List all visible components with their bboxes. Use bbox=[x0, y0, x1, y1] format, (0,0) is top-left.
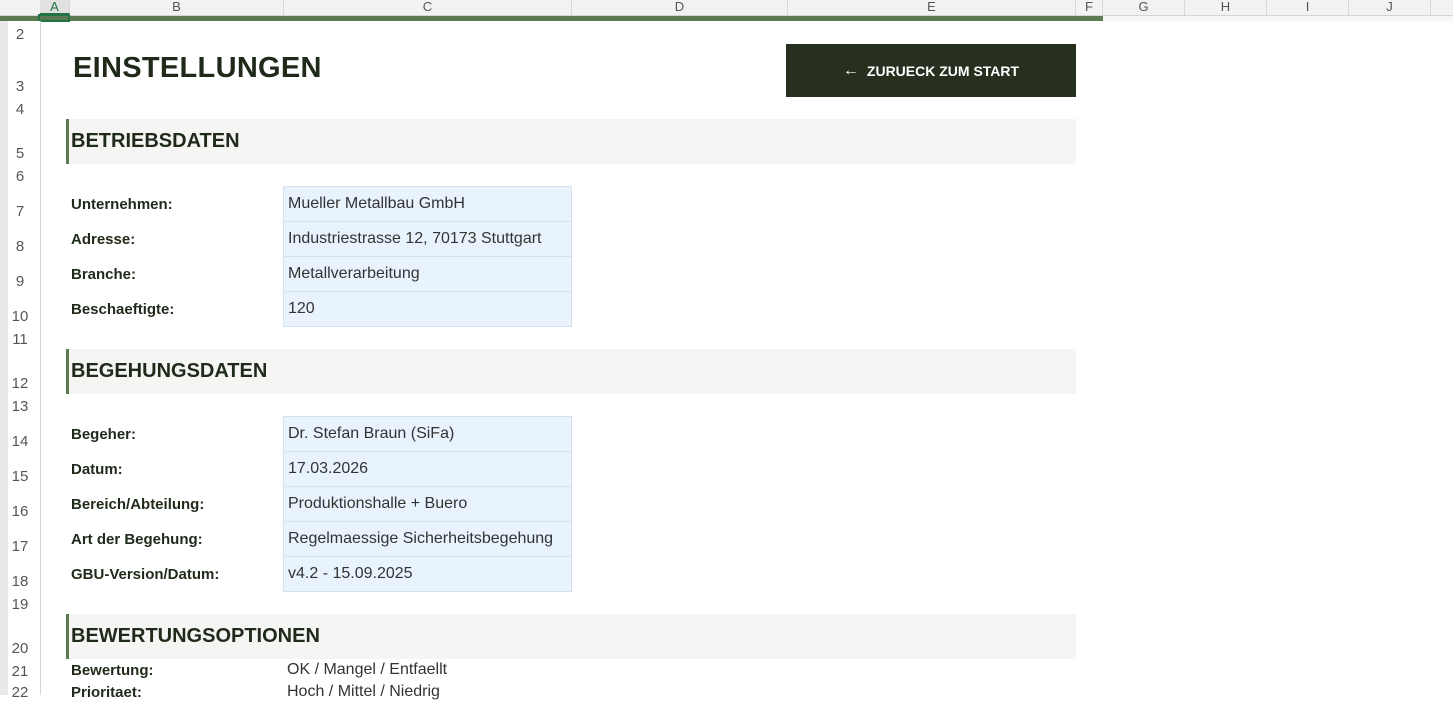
field-label-datum: Datum: bbox=[71, 461, 123, 478]
section-header-betriebsdaten: BETRIEBSDATEN bbox=[66, 119, 1076, 164]
input-value: Produktionshalle + Buero bbox=[288, 495, 468, 512]
section-title: BEGEHUNGSDATEN bbox=[71, 360, 268, 382]
input-value: Mueller Metallbau GmbH bbox=[288, 195, 465, 212]
column-header-g[interactable]: G bbox=[1103, 0, 1185, 15]
field-label-beschaeftigte: Beschaeftigte: bbox=[71, 301, 175, 318]
column-header-h[interactable]: H bbox=[1185, 0, 1267, 15]
row-header[interactable]: 5 bbox=[0, 145, 40, 162]
input-art[interactable]: Regelmaessige Sicherheitsbegehung bbox=[284, 522, 571, 557]
field-label-adresse: Adresse: bbox=[71, 231, 136, 248]
row-header[interactable]: 19 bbox=[0, 596, 40, 613]
input-beschaeftigte[interactable]: 120 bbox=[284, 292, 571, 327]
input-value: Dr. Stefan Braun (SiFa) bbox=[288, 425, 455, 442]
column-header-a[interactable]: A bbox=[40, 0, 70, 15]
row-header[interactable]: 4 bbox=[0, 101, 40, 118]
input-value: Regelmaessige Sicherheitsbegehung bbox=[288, 530, 554, 547]
input-branche[interactable]: Metallverarbeitung bbox=[284, 257, 571, 292]
input-value: Industriestrasse 12, 70173 Stuttgart bbox=[288, 230, 542, 247]
input-value: 17.03.2026 bbox=[288, 460, 369, 477]
input-adresse[interactable]: Industriestrasse 12, 70173 Stuttgart bbox=[284, 222, 571, 257]
begehungsdaten-input-group: Dr. Stefan Braun (SiFa) 17.03.2026 Produ… bbox=[283, 416, 572, 592]
input-value: 120 bbox=[288, 300, 315, 317]
row-header[interactable]: 18 bbox=[0, 573, 40, 590]
row-header[interactable]: 16 bbox=[0, 503, 40, 520]
row-header-shade bbox=[0, 21, 8, 695]
section-accent-bar bbox=[66, 119, 69, 164]
row-header[interactable]: 12 bbox=[0, 375, 40, 392]
row-header[interactable]: 22 bbox=[0, 684, 40, 701]
row-header[interactable]: 15 bbox=[0, 468, 40, 485]
row-header[interactable]: 6 bbox=[0, 168, 40, 185]
section-title: BEWERTUNGSOPTIONEN bbox=[71, 625, 320, 647]
column-header-j[interactable]: J bbox=[1349, 0, 1431, 15]
column-header-f[interactable]: F bbox=[1076, 0, 1103, 15]
column-header-c[interactable]: C bbox=[284, 0, 572, 15]
column-header-bar: A B C D E F G H I J bbox=[0, 0, 1453, 16]
section-header-begehungsdaten: BEGEHUNGSDATEN bbox=[66, 349, 1076, 394]
value-prioritaet[interactable]: Hoch / Mittel / Niedrig bbox=[287, 683, 440, 701]
row-header[interactable]: 11 bbox=[0, 331, 40, 348]
input-begeher[interactable]: Dr. Stefan Braun (SiFa) bbox=[284, 417, 571, 452]
input-datum[interactable]: 17.03.2026 bbox=[284, 452, 571, 487]
back-button-label: ZURUECK ZUM START bbox=[866, 62, 1020, 79]
row-header[interactable]: 20 bbox=[0, 640, 40, 657]
row-header[interactable]: 3 bbox=[0, 78, 40, 95]
field-label-begeher: Begeher: bbox=[71, 426, 137, 443]
arrow-left-icon: ← bbox=[842, 61, 859, 79]
row-1-empty bbox=[1103, 16, 1453, 21]
row-header[interactable]: 21 bbox=[0, 663, 40, 680]
row-header[interactable]: 10 bbox=[0, 308, 40, 325]
input-gbu-version[interactable]: v4.2 - 15.09.2025 bbox=[284, 557, 571, 592]
column-header-e[interactable]: E bbox=[788, 0, 1076, 15]
back-to-start-button[interactable]: ← ZURUECK ZUM START bbox=[786, 44, 1076, 97]
row-header[interactable]: 9 bbox=[0, 273, 40, 290]
section-header-bewertungsoptionen: BEWERTUNGSOPTIONEN bbox=[66, 614, 1076, 659]
input-bereich[interactable]: Produktionshalle + Buero bbox=[284, 487, 571, 522]
row-header[interactable]: 14 bbox=[0, 433, 40, 450]
input-unternehmen[interactable]: Mueller Metallbau GmbH bbox=[284, 187, 571, 222]
field-label-unternehmen: Unternehmen: bbox=[71, 196, 173, 213]
input-value: v4.2 - 15.09.2025 bbox=[288, 565, 413, 582]
section-accent-bar bbox=[66, 614, 69, 659]
section-title: BETRIEBSDATEN bbox=[71, 130, 240, 152]
field-label-prioritaet: Prioritaet: bbox=[71, 684, 142, 701]
field-label-gbu-version: GBU-Version/Datum: bbox=[71, 566, 220, 583]
input-value: Metallverarbeitung bbox=[288, 265, 420, 282]
field-label-art: Art der Begehung: bbox=[71, 531, 203, 548]
field-label-bereich: Bereich/Abteilung: bbox=[71, 496, 205, 513]
row-header[interactable]: 2 bbox=[0, 26, 40, 43]
row-header[interactable]: 7 bbox=[0, 203, 40, 220]
column-header-i[interactable]: I bbox=[1267, 0, 1349, 15]
field-label-branche: Branche: bbox=[71, 266, 137, 283]
row-header[interactable]: 17 bbox=[0, 538, 40, 555]
betriebsdaten-input-group: Mueller Metallbau GmbH Industriestrasse … bbox=[283, 186, 572, 327]
page-title: EINSTELLUNGEN bbox=[73, 52, 322, 84]
column-header-d[interactable]: D bbox=[572, 0, 788, 15]
section-accent-bar bbox=[66, 349, 69, 394]
value-bewertung[interactable]: OK / Mangel / Entfaellt bbox=[287, 661, 447, 679]
row-header[interactable]: 13 bbox=[0, 398, 40, 415]
column-header-b[interactable]: B bbox=[70, 0, 284, 15]
row-header[interactable]: 8 bbox=[0, 238, 40, 255]
active-cell-indicator[interactable] bbox=[38, 14, 70, 22]
row-1-accent-bar bbox=[0, 16, 1103, 21]
field-label-bewertung: Bewertung: bbox=[71, 662, 154, 679]
